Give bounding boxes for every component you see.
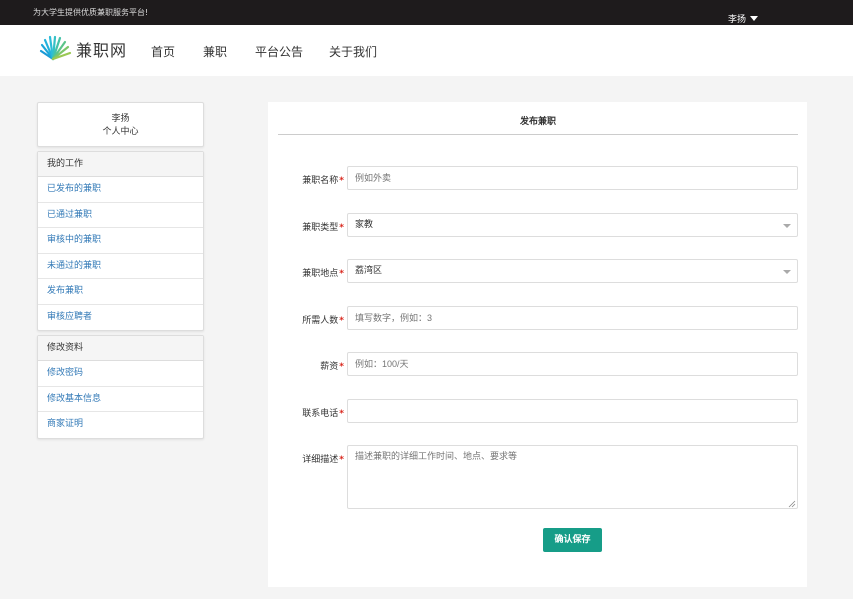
field-label: 兼职名称* bbox=[302, 176, 344, 186]
user-name: 李扬 bbox=[728, 15, 747, 25]
sidebar-item-change-password[interactable]: 修改密码 bbox=[38, 361, 203, 387]
profile-box[interactable]: 李扬 个人中心 bbox=[37, 102, 204, 147]
fan-logo-icon bbox=[39, 35, 72, 61]
site-logo[interactable]: 兼职网 bbox=[39, 35, 127, 63]
required-mark: * bbox=[339, 455, 344, 465]
salary-input[interactable] bbox=[347, 352, 798, 376]
nav-item-jobs[interactable]: 兼职 bbox=[203, 43, 227, 60]
caret-down-icon bbox=[750, 16, 759, 21]
required-mark: * bbox=[339, 316, 344, 326]
chevron-down-icon bbox=[783, 270, 791, 274]
phone-input[interactable] bbox=[347, 399, 798, 423]
job-name-input[interactable] bbox=[347, 166, 798, 190]
top-bar: 为大学生提供优质兼职服务平台! 李扬 bbox=[0, 0, 853, 25]
sidebar-item-merchant-certificate[interactable]: 商家证明 bbox=[38, 412, 203, 438]
field-label: 联系电话* bbox=[302, 409, 344, 419]
sidebar-item-rejected-jobs[interactable]: 未通过的兼职 bbox=[38, 254, 203, 279]
sidebar-item-post-job[interactable]: 发布兼职 bbox=[38, 279, 203, 305]
required-mark: * bbox=[339, 223, 344, 233]
panel-title: 发布兼职 bbox=[278, 102, 798, 135]
sidebar: 李扬 个人中心 我的工作 已发布的兼职 已通过兼职 审核中的兼职 未通过的兼职 … bbox=[37, 102, 204, 439]
site-slogan: 为大学生提供优质兼职服务平台! bbox=[33, 8, 149, 17]
field-label: 所需人数* bbox=[302, 316, 344, 326]
description-textarea[interactable] bbox=[347, 445, 798, 509]
menu-group-title: 我的工作 bbox=[38, 152, 203, 177]
menu-group-edit-profile: 修改资料 修改密码 修改基本信息 商家证明 bbox=[37, 335, 204, 439]
sidebar-item-approved-jobs[interactable]: 已通过兼职 bbox=[38, 203, 203, 228]
field-label: 薪资* bbox=[320, 362, 344, 372]
nav-item-announcements[interactable]: 平台公告 bbox=[255, 43, 303, 60]
menu-group-title: 修改资料 bbox=[38, 336, 203, 361]
selected-value: 家教 bbox=[355, 220, 374, 230]
nav-item-about[interactable]: 关于我们 bbox=[329, 43, 377, 60]
sidebar-item-edit-basic-info[interactable]: 修改基本信息 bbox=[38, 387, 203, 412]
selected-value: 荔湾区 bbox=[355, 266, 383, 276]
confirm-save-button[interactable]: 确认保存 bbox=[543, 528, 602, 552]
logo-text: 兼职网 bbox=[76, 41, 128, 60]
post-job-panel: 发布兼职 兼职名称* 兼职类型* 家教 兼职地点* 荔湾区 所需人数* 薪资* … bbox=[268, 102, 807, 587]
resize-grip-icon[interactable] bbox=[788, 500, 796, 508]
required-mark: * bbox=[339, 362, 344, 372]
menu-group-my-work: 我的工作 已发布的兼职 已通过兼职 审核中的兼职 未通过的兼职 发布兼职 审核应… bbox=[37, 151, 204, 331]
required-mark: * bbox=[339, 269, 344, 279]
sidebar-item-review-applicants[interactable]: 审核应聘者 bbox=[38, 305, 203, 331]
job-location-select[interactable]: 荔湾区 bbox=[347, 259, 798, 283]
main-navbar: 兼职网 首页 兼职 平台公告 关于我们 bbox=[0, 25, 853, 76]
nav-item-home[interactable]: 首页 bbox=[151, 43, 175, 60]
field-label: 详细描述* bbox=[302, 455, 344, 465]
chevron-down-icon bbox=[783, 224, 791, 228]
sidebar-item-pending-jobs[interactable]: 审核中的兼职 bbox=[38, 228, 203, 254]
job-type-select[interactable]: 家教 bbox=[347, 213, 798, 237]
field-label: 兼职地点* bbox=[302, 269, 344, 279]
required-mark: * bbox=[339, 409, 344, 419]
required-mark: * bbox=[339, 176, 344, 186]
field-label: 兼职类型* bbox=[302, 223, 344, 233]
headcount-input[interactable] bbox=[347, 306, 798, 330]
profile-subtitle: 个人中心 bbox=[102, 127, 139, 137]
profile-name: 李扬 bbox=[111, 114, 130, 124]
sidebar-item-published-jobs[interactable]: 已发布的兼职 bbox=[38, 177, 203, 203]
user-menu[interactable]: 李扬 bbox=[728, 12, 759, 25]
